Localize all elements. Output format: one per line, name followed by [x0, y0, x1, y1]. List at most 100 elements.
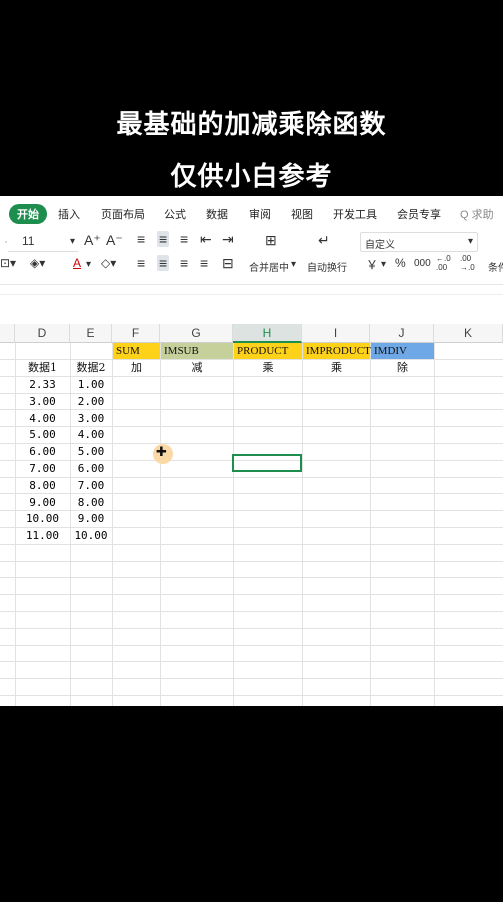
font-dropdown-tail: ·	[4, 234, 8, 248]
label-add[interactable]: 加	[113, 360, 160, 376]
grid-line	[434, 343, 435, 706]
thousands-button[interactable]: 000	[414, 258, 431, 269]
decrease-decimal-button[interactable]: .00 →.0	[460, 254, 480, 272]
data2-cell[interactable]: 2.00	[70, 394, 112, 410]
align-left-icon[interactable]: ≡	[137, 255, 145, 271]
column-header-left-edge	[0, 324, 15, 343]
header-product[interactable]: PRODUCT	[234, 343, 302, 359]
data1-header[interactable]: 数据1	[15, 360, 70, 376]
help-search[interactable]: Q 求助	[460, 206, 494, 222]
label-subtract[interactable]: 减	[161, 360, 233, 376]
grid-line	[112, 343, 113, 706]
header-sum[interactable]: SUM	[113, 343, 160, 359]
label-divide[interactable]: 除	[371, 360, 434, 376]
font-size-select[interactable]	[8, 234, 78, 252]
chevron-down-icon: ▾	[70, 236, 76, 247]
tab-view[interactable]: 视图	[291, 206, 313, 222]
number-format-value: 自定义	[365, 240, 395, 251]
tab-review[interactable]: 审阅	[249, 206, 271, 222]
merge-center-icon[interactable]: ⊞	[265, 232, 277, 249]
worksheet-grid[interactable]: D E F G H I J K SUM IMSUB PRODUCT IMPROD…	[0, 324, 503, 706]
tab-member[interactable]: 会员专享	[397, 206, 441, 222]
caption-title: 最基础的加减乘除函数	[116, 110, 387, 140]
align-middle-icon[interactable]: ≡	[157, 231, 170, 247]
ribbon-tabs: 开始 插入 页面布局 公式 数据 审阅 视图 开发工具 会员专享 Q 求助	[0, 196, 503, 232]
column-header-j[interactable]: J	[370, 324, 434, 343]
formula-bar-divider	[0, 294, 503, 295]
data2-cell[interactable]: 5.00	[70, 444, 112, 460]
data2-cell[interactable]: 6.00	[70, 461, 112, 477]
currency-button[interactable]: ￥	[366, 256, 378, 273]
grid-line	[0, 678, 503, 680]
column-header-g[interactable]: G	[160, 324, 233, 343]
fill-color-icon[interactable]: ◈▾	[30, 256, 45, 270]
wrap-text-icon[interactable]: ↵	[318, 232, 330, 249]
tab-data[interactable]: 数据	[206, 206, 228, 222]
column-header-k[interactable]: K	[434, 324, 503, 343]
border-icon[interactable]: ⊡▾	[0, 256, 16, 270]
grid-line	[0, 577, 503, 579]
align-bottom-icon[interactable]: ≡	[180, 231, 188, 247]
clear-format-icon[interactable]: ◇▾	[101, 256, 116, 270]
data2-header[interactable]: 数据2	[70, 360, 112, 376]
data2-cell[interactable]: 7.00	[70, 478, 112, 494]
tab-formulas[interactable]: 公式	[164, 206, 186, 222]
data1-cell[interactable]: 6.00	[15, 444, 70, 460]
increase-decimal-button[interactable]: ←.0 .00	[436, 254, 456, 272]
label-multiply[interactable]: 乘	[234, 360, 302, 376]
label-multiply-complex[interactable]: 乘	[303, 360, 370, 376]
tab-home[interactable]: 开始	[9, 204, 47, 224]
header-improduct[interactable]: IMPRODUCT	[303, 343, 371, 359]
column-header-e[interactable]: E	[70, 324, 112, 343]
percent-button[interactable]: %	[395, 256, 406, 270]
justify-icon[interactable]: ≡	[200, 255, 208, 271]
data2-cell[interactable]: 1.00	[70, 377, 112, 393]
font-size-value: 11	[22, 234, 35, 248]
indent-decrease-icon[interactable]: ⇤	[200, 231, 212, 248]
active-cell-h[interactable]	[232, 454, 302, 472]
tab-developer[interactable]: 开发工具	[333, 206, 377, 222]
increase-font-button[interactable]: A⁺	[84, 232, 101, 249]
data2-cell[interactable]: 10.00	[70, 528, 112, 544]
grid-line	[370, 343, 371, 706]
merge-center-button[interactable]: 合并居中	[249, 259, 289, 274]
data1-cell[interactable]: 2.33	[15, 377, 70, 393]
indent-increase-icon[interactable]: ⇥	[222, 231, 234, 248]
align-center-icon[interactable]: ≡	[157, 255, 170, 271]
font-color-icon[interactable]: A	[73, 256, 81, 270]
header-imsub[interactable]: IMSUB	[161, 343, 233, 359]
data2-cell[interactable]: 4.00	[70, 427, 112, 443]
wrap-text-button[interactable]: 自动换行	[307, 259, 347, 274]
conditional-format-button[interactable]: 条件	[488, 259, 503, 274]
decrease-font-button[interactable]: A⁻	[106, 232, 123, 249]
grid-line	[302, 343, 303, 706]
header-imdiv[interactable]: IMDIV	[371, 343, 434, 359]
grid-line	[233, 343, 234, 706]
data2-cell[interactable]: 3.00	[70, 411, 112, 427]
data1-cell[interactable]: 8.00	[15, 478, 70, 494]
data1-cell[interactable]: 7.00	[15, 461, 70, 477]
chevron-down-icon: ▾	[291, 259, 297, 270]
data1-cell[interactable]: 11.00	[15, 528, 70, 544]
data2-cell[interactable]: 9.00	[70, 511, 112, 527]
data1-cell[interactable]: 10.00	[15, 511, 70, 527]
caption-subtitle: 仅供小白参考	[170, 162, 333, 192]
column-header-i[interactable]: I	[302, 324, 370, 343]
data1-cell[interactable]: 3.00	[15, 394, 70, 410]
column-header-d[interactable]: D	[15, 324, 70, 343]
chevron-down-icon: ▾	[381, 259, 387, 270]
column-header-f[interactable]: F	[112, 324, 160, 343]
column-header-h[interactable]: H	[233, 324, 302, 343]
grid-line	[0, 627, 503, 629]
align-right-icon[interactable]: ≡	[180, 255, 188, 271]
tab-page-layout[interactable]: 页面布局	[101, 206, 145, 222]
data2-cell[interactable]: 8.00	[70, 495, 112, 511]
chevron-down-icon: ▾	[468, 236, 474, 247]
tab-insert[interactable]: 插入	[58, 206, 80, 222]
ribbon-divider	[0, 284, 503, 285]
distributed-icon[interactable]: ⊟	[222, 255, 234, 272]
align-top-icon[interactable]: ≡	[137, 231, 145, 247]
data1-cell[interactable]: 5.00	[15, 427, 70, 443]
data1-cell[interactable]: 4.00	[15, 411, 70, 427]
data1-cell[interactable]: 9.00	[15, 495, 70, 511]
